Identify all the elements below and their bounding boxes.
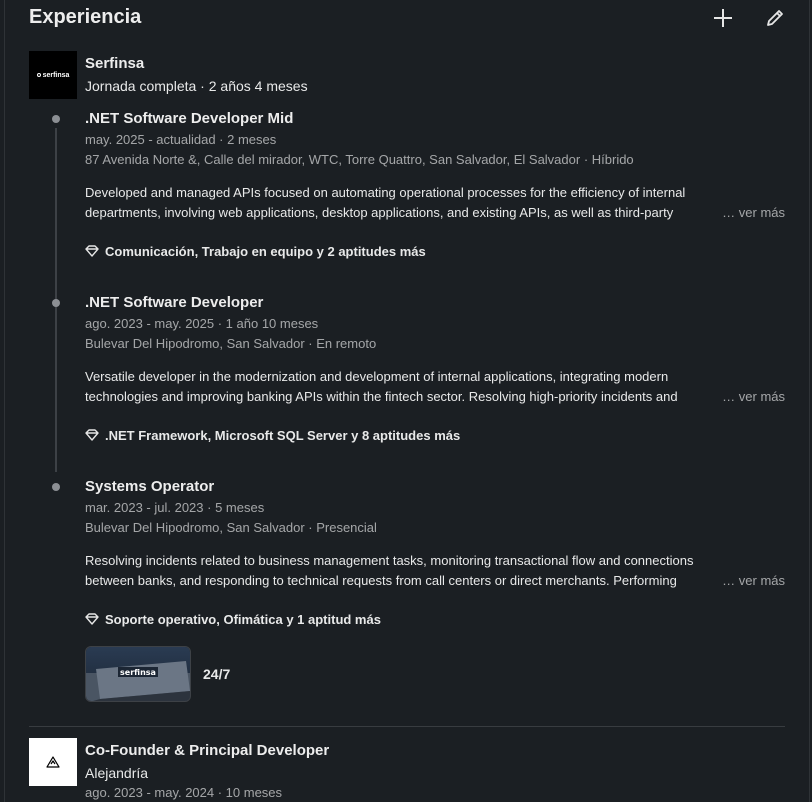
skills-text: Soporte operativo, Ofimática y 1 aptitud…: [105, 611, 381, 627]
diamond-icon: [85, 245, 99, 257]
timeline-dot: [52, 483, 60, 491]
skills-text: Comunicación, Trabajo en equipo y 2 apti…: [105, 243, 426, 259]
alejandria-logo-icon: [46, 756, 60, 768]
company-name: Alejandría: [85, 765, 149, 781]
section-header: Experiencia: [29, 4, 789, 32]
edit-experience-button[interactable]: [761, 4, 789, 32]
see-more-link[interactable]: … ver más: [716, 571, 785, 591]
sign-text: serfinsa: [120, 668, 156, 677]
role-description: Developed and managed APIs focused on au…: [85, 183, 785, 223]
role-title[interactable]: .NET Software Developer Mid: [85, 109, 785, 129]
role-location: Bulevar Del Hipodromo, San Salvador · En…: [85, 336, 377, 351]
company-meta: Jornada completa · 2 años 4 meses: [85, 78, 308, 94]
building-photo-image: serfinsa: [86, 647, 190, 701]
media-label: 24/7: [203, 666, 231, 682]
plus-icon: [714, 9, 732, 27]
company-logo[interactable]: serfinsa: [29, 51, 77, 99]
role-description-text: Resolving incidents related to business …: [85, 553, 694, 588]
role-description-text: Versatile developer in the modernization…: [85, 369, 678, 404]
see-more-link[interactable]: … ver más: [716, 203, 785, 223]
company-logo[interactable]: [29, 738, 77, 786]
role-description-text: Developed and managed APIs focused on au…: [85, 185, 686, 220]
role-dates: ago. 2023 - may. 2025 · 1 año 10 meses: [85, 316, 319, 331]
diamond-icon: [85, 613, 99, 625]
logo-mark-icon: [36, 73, 41, 77]
pencil-icon: [767, 10, 783, 26]
skills-text: .NET Framework, Microsoft SQL Server y 8…: [105, 427, 461, 443]
media-attachment[interactable]: serfinsa 24/7: [85, 646, 230, 702]
add-experience-button[interactable]: [709, 4, 737, 32]
role-title[interactable]: Systems Operator: [85, 477, 785, 497]
timeline-dot: [52, 115, 60, 123]
role-location: Bulevar Del Hipodromo, San Salvador · Pr…: [85, 520, 377, 535]
role-item: .NET Software Developer Mid may. 2025 - …: [85, 109, 785, 261]
section-title: Experiencia: [29, 6, 142, 28]
skills-link[interactable]: .NET Framework, Microsoft SQL Server y 8…: [85, 425, 785, 445]
skills-link[interactable]: Comunicación, Trabajo en equipo y 2 apti…: [85, 241, 785, 261]
role-description: Versatile developer in the modernization…: [85, 367, 785, 407]
see-more-link[interactable]: … ver más: [716, 387, 785, 407]
company-serfinsa[interactable]: serfinsa Serfinsa Jornada completa · 2 a…: [29, 51, 789, 101]
diamond-icon: [85, 429, 99, 441]
divider: [29, 726, 785, 727]
role-description: Resolving incidents related to business …: [85, 551, 785, 591]
timeline-dot: [52, 299, 60, 307]
media-thumbnail[interactable]: serfinsa: [85, 646, 191, 702]
role-location: 87 Avenida Norte &, Calle del mirador, W…: [85, 152, 634, 167]
role-title[interactable]: .NET Software Developer: [85, 293, 785, 313]
company-name[interactable]: Serfinsa: [85, 55, 144, 72]
role-dates: mar. 2023 - jul. 2023 · 5 meses: [85, 500, 265, 515]
role-dates: ago. 2023 - may. 2024 · 10 meses: [85, 785, 283, 800]
experience-item[interactable]: Co-Founder & Principal Developer Alejand…: [29, 738, 789, 802]
role-item: Systems Operator mar. 2023 - jul. 2023 ·…: [85, 477, 785, 629]
role-item: .NET Software Developer ago. 2023 - may.…: [85, 293, 785, 445]
skills-link[interactable]: Soporte operativo, Ofimática y 1 aptitud…: [85, 609, 785, 629]
role-dates: may. 2025 - actualidad · 2 meses: [85, 132, 277, 147]
experience-card: Experiencia serfinsa Serfinsa Jornada co…: [4, 0, 810, 802]
logo-text: serfinsa: [42, 71, 70, 79]
role-title[interactable]: Co-Founder & Principal Developer: [85, 742, 329, 759]
